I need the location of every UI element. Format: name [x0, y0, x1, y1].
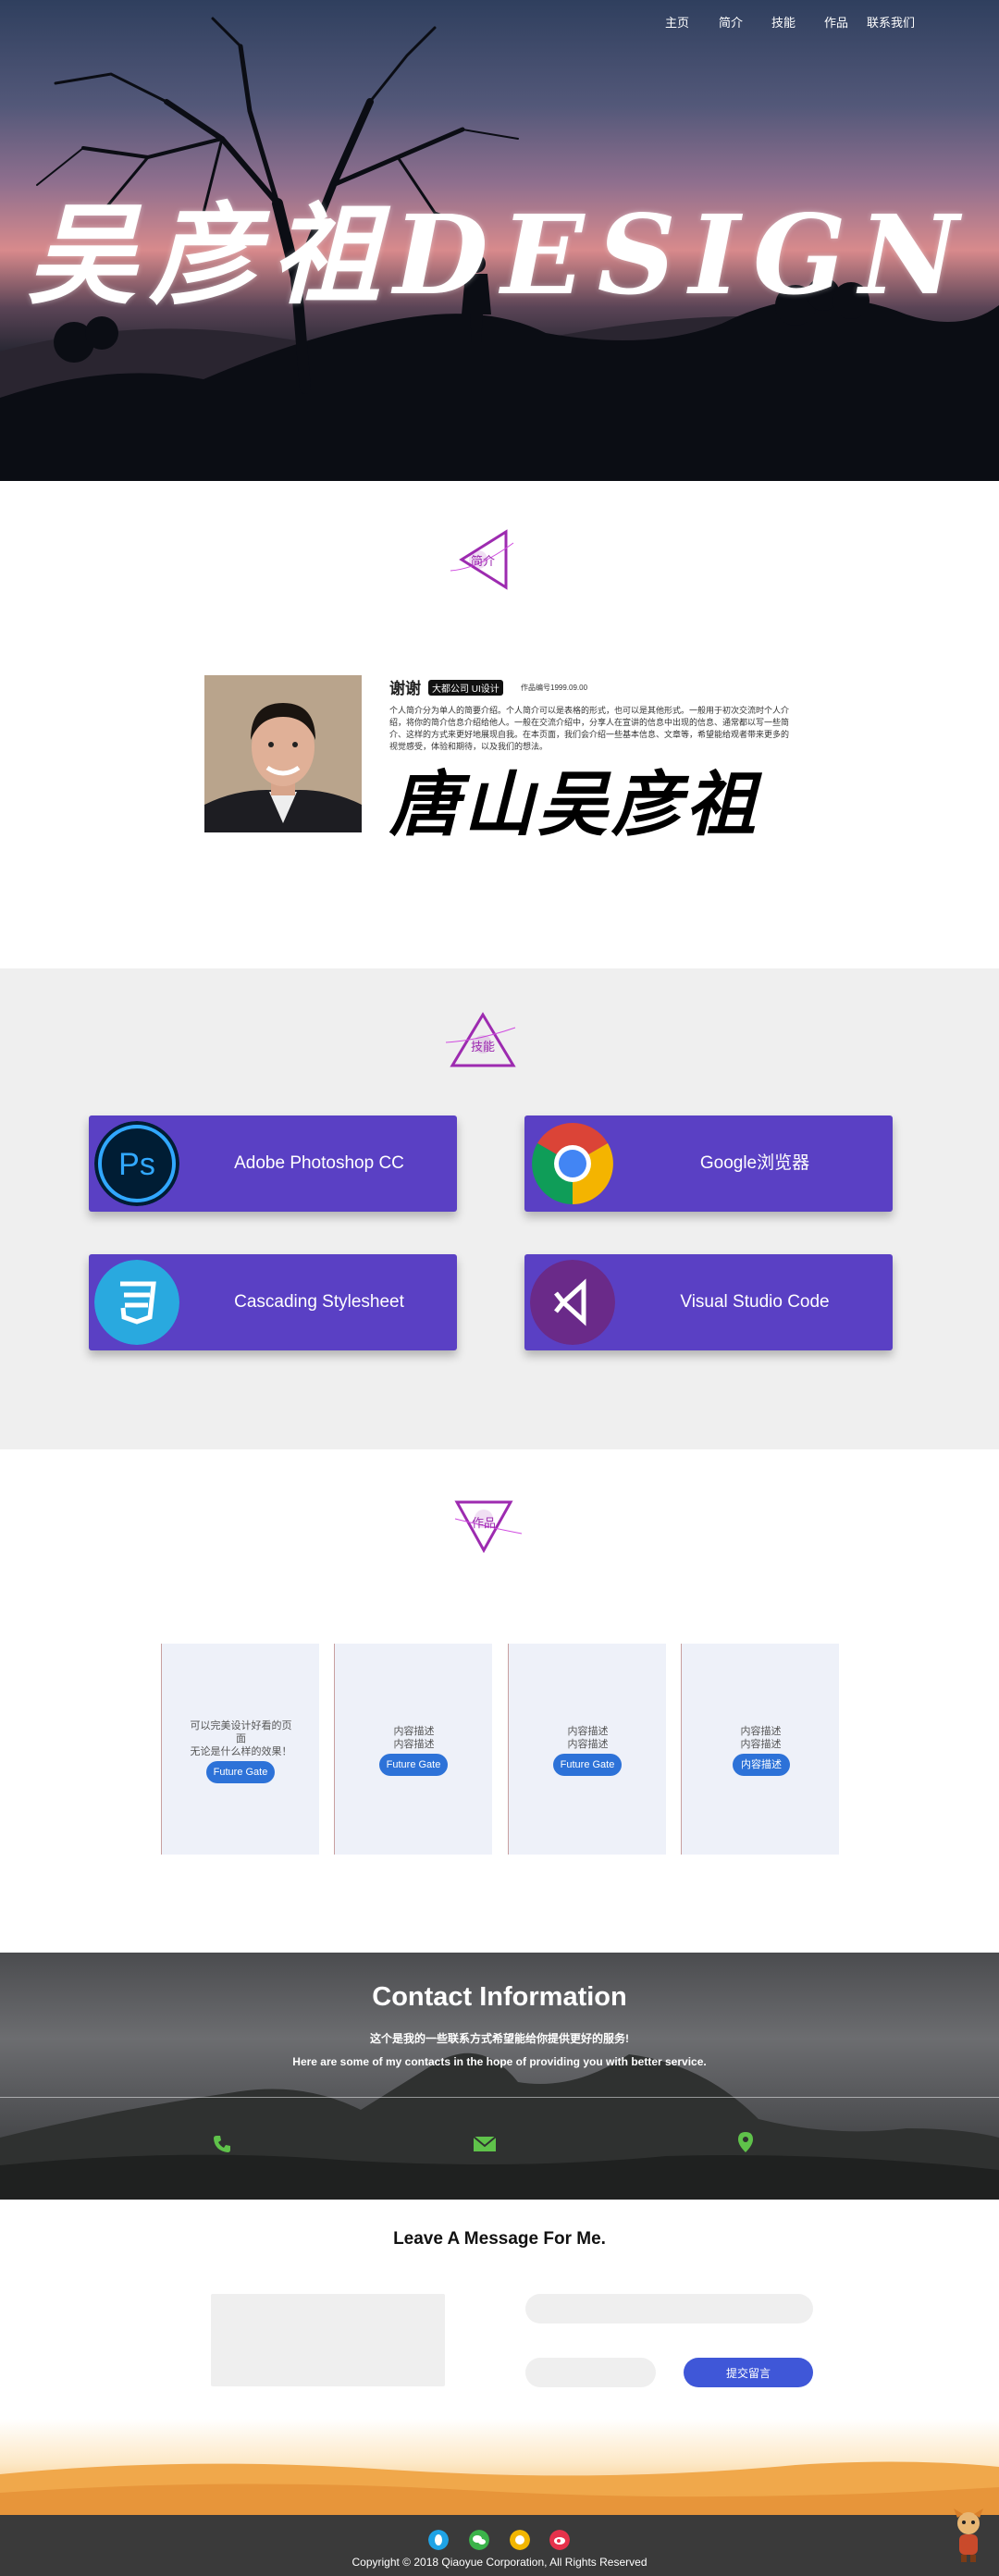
message-title: Leave A Message For Me. [393, 2229, 606, 2249]
vscode-icon [530, 1260, 615, 1345]
desert-dunes-image [0, 2419, 999, 2516]
chrome-icon [532, 1123, 613, 1204]
work-card-text: 面 [236, 1733, 246, 1744]
contact-subtitle-en: Here are some of my contacts in the hope… [292, 2055, 707, 2068]
work-card-text: 无论是什么样的效果！ [190, 1746, 292, 1757]
work-card-button[interactable]: 内容描述 [733, 1754, 790, 1776]
work-card-text: 内容描述 [393, 1739, 435, 1750]
skill-card-chrome[interactable]: Google浏览器 [524, 1115, 893, 1212]
name-field[interactable] [525, 2358, 656, 2387]
skill-label: Google浏览器 [699, 1153, 810, 1173]
work-card[interactable]: 内容描述 内容描述 内容描述 [681, 1644, 839, 1855]
skill-card-photoshop[interactable]: Ps Adobe Photoshop CC [89, 1115, 457, 1212]
section-badge-skills: 技能 [441, 1005, 524, 1079]
sina-icon[interactable] [510, 2530, 530, 2550]
skill-card-vscode[interactable]: Visual Studio Code [524, 1254, 893, 1350]
work-card[interactable]: 内容描述 内容描述 Future Gate [508, 1644, 666, 1855]
contact-subtitle-cn: 这个是我的一些联系方式希望能给你提供更好的服务! [370, 2032, 629, 2045]
nav-item-skills[interactable]: 技能 [771, 13, 796, 31]
submit-message-button[interactable]: 提交留言 [684, 2358, 813, 2387]
css3-icon [94, 1260, 179, 1345]
calligraphy-signature: 唐山吴彦祖 [389, 763, 759, 845]
hero-title: 吴彦祖DESIGN [27, 191, 972, 319]
footer: Copyright © 2018 Qiaoyue Corporation, Al… [0, 2515, 999, 2576]
work-card[interactable]: 可以完美设计好看的页 面 无论是什么样的效果！ Future Gate [161, 1644, 319, 1855]
badge-label: 技能 [470, 1040, 495, 1054]
location-icon[interactable] [737, 2131, 754, 2153]
work-card-button[interactable]: Future Gate [553, 1754, 622, 1776]
profile-tag: 大都公司 UI设计 [428, 680, 503, 696]
nav-item-intro[interactable]: 简介 [719, 13, 743, 31]
badge-label: 作品 [471, 1516, 496, 1530]
nav-item-works[interactable]: 作品 [824, 13, 848, 31]
skill-label: Adobe Photoshop CC [234, 1153, 404, 1173]
skill-label: Visual Studio Code [680, 1292, 830, 1312]
nav-item-contact[interactable]: 联系我们 [867, 13, 915, 31]
profile-meta: 作品编号1999.09.00 [521, 684, 588, 692]
hero-banner: 主页 简介 技能 作品 联系我们 吴彦祖DESIGN [0, 0, 999, 481]
contact-divider [0, 2097, 999, 2098]
contact-section: Contact Information 这个是我的一些联系方式希望能给你提供更好… [0, 1953, 999, 2200]
work-card-text: 内容描述 [567, 1726, 609, 1737]
work-card-text: 内容描述 [393, 1726, 435, 1737]
profile-description: 个人简介分为单人的简要介绍。个人简介可以是表格的形式，也可以是其他形式。一般用于… [389, 706, 790, 751]
skill-label: Cascading Stylesheet [234, 1292, 404, 1312]
skill-card-css[interactable]: Cascading Stylesheet [89, 1254, 457, 1350]
wechat-icon[interactable] [469, 2530, 489, 2550]
work-card-text: 可以完美设计好看的页 [190, 1720, 292, 1732]
work-card-text: 内容描述 [740, 1739, 782, 1750]
top-navigation: 主页 简介 技能 作品 联系我们 [0, 13, 999, 31]
photoshop-icon: Ps [94, 1121, 179, 1206]
message-textarea[interactable] [211, 2294, 445, 2386]
skills-section: 技能 Ps Adobe Photoshop CC Google浏览器 Casca… [0, 968, 999, 1449]
email-field[interactable] [525, 2294, 813, 2323]
work-card-text: 内容描述 [740, 1726, 782, 1737]
work-card-text: 内容描述 [567, 1739, 609, 1750]
badge-label: 简介 [470, 554, 495, 568]
svg-text:Ps: Ps [118, 1147, 155, 1182]
work-card-button[interactable]: Future Gate [206, 1761, 275, 1783]
profile-name: 谢谢 [389, 680, 421, 697]
section-badge-about: 简介 [441, 523, 524, 597]
weibo-icon[interactable] [549, 2530, 570, 2550]
work-card-button[interactable]: Future Gate [379, 1754, 448, 1776]
section-badge-works: 作品 [446, 1491, 529, 1565]
work-card[interactable]: 内容描述 内容描述 Future Gate [334, 1644, 492, 1855]
contact-title: Contact Information [372, 1982, 627, 2012]
nav-item-home[interactable]: 主页 [665, 13, 689, 31]
profile-photo [204, 675, 362, 832]
qq-icon[interactable] [428, 2530, 449, 2550]
mascot-icon[interactable] [950, 2508, 987, 2564]
phone-icon[interactable] [212, 2134, 232, 2154]
mail-icon[interactable] [473, 2135, 497, 2153]
copyright-text: Copyright © 2018 Qiaoyue Corporation, Al… [352, 2556, 648, 2569]
